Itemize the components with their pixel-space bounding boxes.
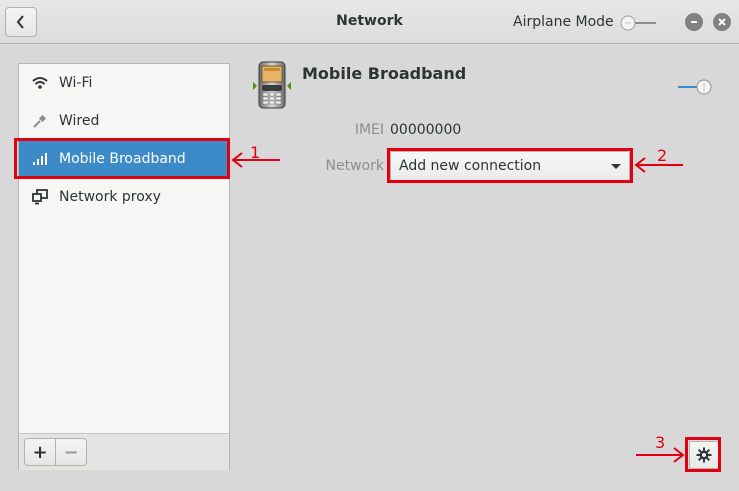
mobile-phone-icon [251,60,293,110]
annotation-box-3 [685,437,721,472]
annotation-number-3: 3 [655,433,666,452]
imei-value: 00000000 [390,122,462,138]
remove-connection-button[interactable]: − [55,438,87,466]
network-label: Network [325,158,384,174]
close-button[interactable] [713,13,731,31]
switch-off-icon [620,15,656,31]
chevron-left-icon [16,15,24,29]
airplane-mode-switch[interactable] [618,14,658,32]
sidebar-item-label: Network proxy [59,189,161,205]
network-proxy-icon [32,189,48,205]
sidebar: Wi-Fi Wired Mobile Broadband Network pro… [18,63,230,470]
switch-off-icon [678,79,712,95]
imei-label: IMEI [354,122,384,138]
annotation-box-2 [387,148,633,183]
sidebar-item-label: Wi-Fi [59,75,93,91]
minimize-button[interactable] [685,13,703,31]
close-icon [718,18,726,26]
annotation-box-1 [14,138,230,179]
back-button[interactable] [5,7,37,37]
add-connection-button[interactable]: + [24,438,56,466]
annotation-number-2: 2 [657,146,668,165]
sidebar-item-network-proxy[interactable]: Network proxy [19,178,229,216]
sidebar-item-wired[interactable]: Wired [19,102,229,140]
device-enable-switch[interactable] [677,78,715,96]
minimize-icon [691,21,697,23]
airplane-mode-label: Airplane Mode [513,14,614,30]
annotation-number-1: 1 [250,143,261,162]
sidebar-item-wifi[interactable]: Wi-Fi [19,64,229,102]
sidebar-toolbar: + − [19,433,229,470]
section-title: Mobile Broadband [302,64,467,83]
wifi-icon [32,75,48,91]
wired-icon [32,113,48,129]
sidebar-item-label: Wired [59,113,100,129]
